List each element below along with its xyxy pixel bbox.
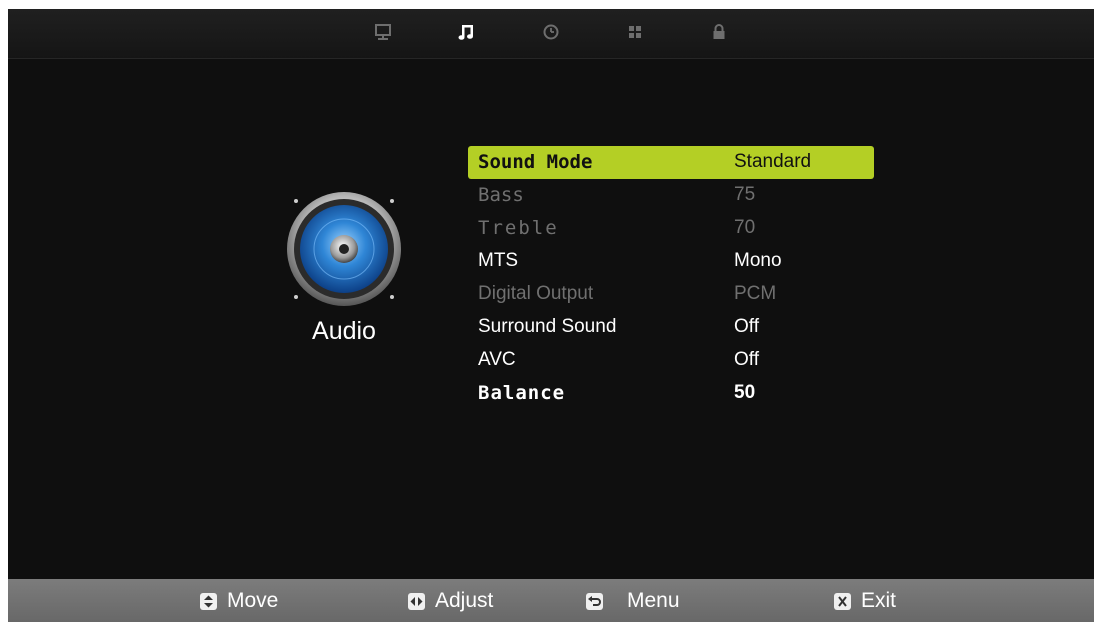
hint-exit: Exit (834, 589, 896, 613)
exit-x-icon (834, 592, 851, 610)
left-right-arrows-icon (408, 592, 425, 610)
menu-value: Off (734, 316, 759, 337)
menu-value: 70 (734, 217, 756, 238)
hint-move: Move (200, 589, 278, 613)
menu-label: Treble (478, 217, 559, 239)
hint-label: Move (227, 589, 279, 612)
return-arrow-icon (586, 592, 603, 610)
menu-value: 75 (734, 184, 756, 205)
clock-icon[interactable] (540, 21, 562, 43)
hint-label: Menu (627, 589, 680, 612)
menu-row-mts[interactable]: MTS Mono (468, 245, 874, 278)
menu-value: Standard (734, 151, 812, 172)
menu-row-avc[interactable]: AVC Off (468, 344, 874, 377)
menu-label: AVC (478, 349, 516, 370)
section-title: Audio (312, 317, 376, 345)
menu-label: Surround Sound (478, 316, 617, 337)
up-down-arrows-icon (200, 592, 217, 610)
audio-settings-list: Sound Mode Standard Bass 75 Treble 70 MT… (468, 146, 874, 410)
hint-label: Exit (861, 589, 897, 612)
menu-row-treble[interactable]: Treble 70 (468, 212, 874, 245)
menu-row-sound-mode[interactable]: Sound Mode Standard (468, 146, 874, 179)
menu-label: Bass (478, 184, 524, 206)
hint-menu: Menu (586, 589, 680, 613)
menu-label: MTS (478, 250, 519, 271)
menu-label: Digital Output (478, 283, 594, 304)
menu-row-balance[interactable]: Balance 50 (468, 377, 874, 410)
tv-osd-screen: Audio Sound Mode Standard Bass 75 Treble… (8, 9, 1094, 622)
menu-row-bass[interactable]: Bass 75 (468, 179, 874, 212)
category-tab-bar (8, 9, 1094, 59)
key-hint-bar: Move Adjust Menu Exit (8, 579, 1094, 622)
hint-adjust: Adjust (408, 589, 493, 613)
menu-row-digital-output[interactable]: Digital Output PCM (468, 278, 874, 311)
speaker-icon (276, 181, 412, 317)
lock-icon[interactable] (708, 21, 730, 43)
menu-value: Mono (734, 250, 782, 271)
apps-grid-icon[interactable] (624, 21, 646, 43)
menu-row-surround-sound[interactable]: Surround Sound Off (468, 311, 874, 344)
menu-label: Balance (478, 382, 566, 404)
menu-label: Sound Mode (478, 151, 593, 173)
menu-value: Off (734, 349, 759, 370)
monitor-icon[interactable] (372, 21, 394, 43)
menu-value: PCM (734, 283, 777, 304)
hint-label: Adjust (435, 589, 494, 612)
music-note-icon[interactable] (456, 21, 478, 43)
menu-value: 50 (734, 382, 756, 403)
